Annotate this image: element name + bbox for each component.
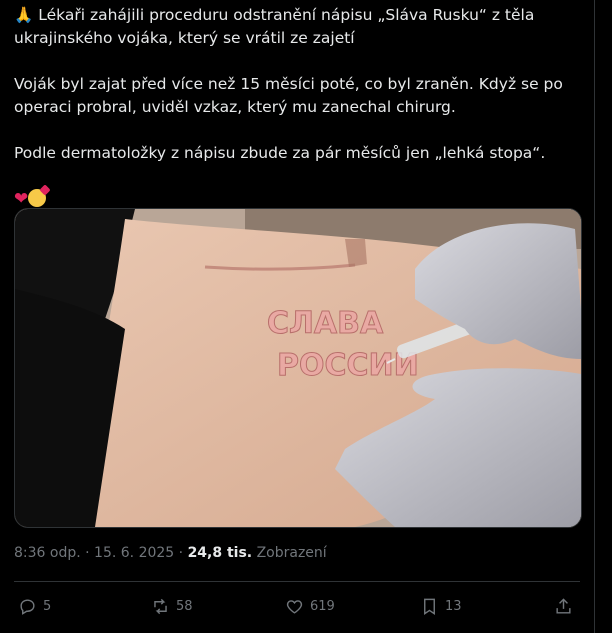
like-count: 619 bbox=[310, 598, 335, 614]
repost-button[interactable]: 58 bbox=[151, 593, 193, 619]
repost-count: 58 bbox=[176, 598, 193, 614]
emoji-row bbox=[14, 165, 584, 188]
red-heart-icon: ❤ bbox=[14, 189, 29, 209]
scar-text-line-1: СЛАВА bbox=[267, 306, 384, 341]
views-count: 24,8 tis. bbox=[187, 545, 253, 561]
ukraine-flag-icon bbox=[14, 169, 34, 183]
views-label: Zobrazení bbox=[256, 545, 327, 561]
post: 🙏 Lékaři zahájili proceduru odstranění n… bbox=[0, 0, 594, 633]
bookmark-count: 13 bbox=[445, 598, 462, 614]
divider bbox=[14, 581, 580, 582]
post-meta: 8:36 odp. · 15. 6. 2025 · 24,8 tis. Zobr… bbox=[14, 545, 327, 561]
column-border bbox=[594, 0, 595, 633]
reply-button[interactable]: 5 bbox=[18, 593, 51, 619]
share-icon bbox=[556, 597, 571, 614]
post-paragraph-1: 🙏 Lékaři zahájili proceduru odstranění n… bbox=[14, 4, 584, 50]
repost-icon bbox=[154, 598, 167, 614]
bookmark-icon bbox=[424, 598, 435, 615]
share-button[interactable] bbox=[554, 593, 573, 619]
reply-count: 5 bbox=[43, 598, 52, 614]
post-image[interactable]: СЛАВА РОССИИ bbox=[14, 208, 582, 528]
action-bar: 5 58 619 13 bbox=[14, 593, 580, 619]
post-paragraph-2: Voják byl zajat před více než 15 měsíci … bbox=[14, 75, 563, 116]
folded-hands-emoji: 🙏 bbox=[14, 6, 34, 24]
bookmark-button[interactable]: 13 bbox=[420, 593, 462, 619]
post-paragraph-3: Podle dermatoložky z nápisu zbude za pár… bbox=[14, 144, 546, 162]
smiling-face-with-hearts-icon bbox=[28, 189, 47, 207]
meta-separator-2: · bbox=[174, 545, 188, 561]
post-photo: СЛАВА РОССИИ bbox=[15, 209, 581, 527]
post-date[interactable]: 15. 6. 2025 bbox=[94, 545, 174, 561]
post-line-1: Lékaři zahájili proceduru odstranění náp… bbox=[14, 6, 535, 47]
like-button[interactable]: 619 bbox=[285, 593, 335, 619]
post-text: 🙏 Lékaři zahájili proceduru odstranění n… bbox=[14, 4, 584, 211]
post-time[interactable]: 8:36 odp. bbox=[14, 545, 81, 561]
reply-icon bbox=[20, 598, 35, 615]
meta-separator: · bbox=[80, 545, 95, 561]
scar-text-line-2: РОССИИ bbox=[277, 348, 419, 383]
heart-icon bbox=[286, 599, 303, 614]
